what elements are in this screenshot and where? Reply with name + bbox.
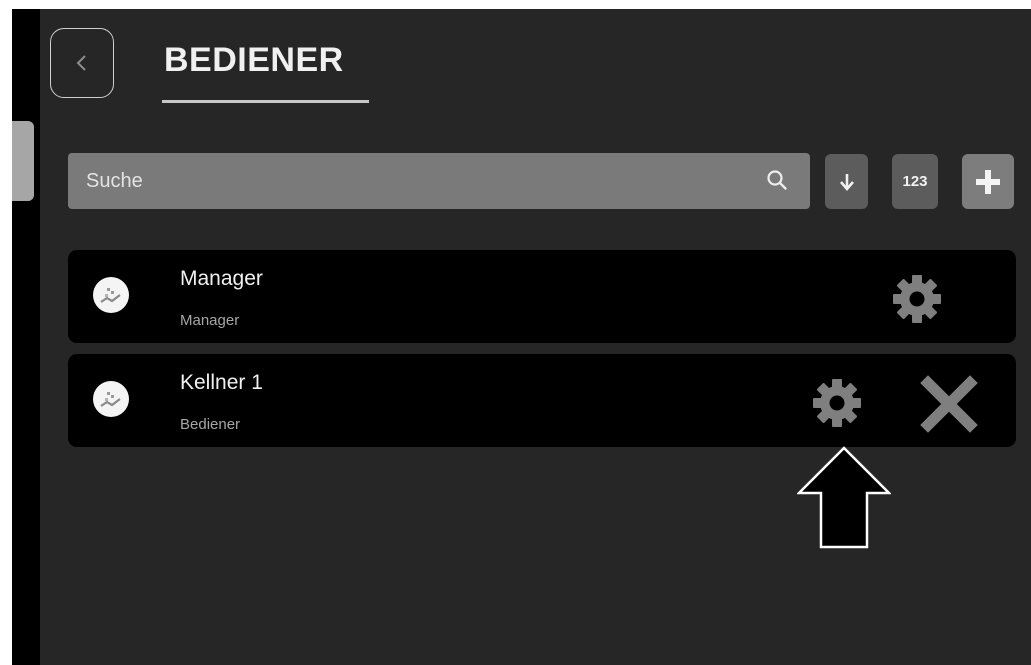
user-avatar-icon	[100, 392, 121, 407]
side-drawer-handle[interactable]	[12, 121, 34, 201]
sort-button[interactable]	[825, 154, 868, 209]
title-underline	[162, 100, 369, 103]
user-name: Kellner 1	[180, 371, 263, 394]
user-avatar-icon	[100, 288, 121, 303]
gear-icon[interactable]	[890, 272, 944, 326]
avatar	[93, 381, 129, 417]
search-icon[interactable]	[766, 169, 788, 191]
arrow-down-icon	[839, 173, 854, 191]
user-row[interactable]: Kellner 1 Bediener	[68, 354, 1016, 447]
user-name: Manager	[180, 267, 263, 290]
page-title: BEDIENER	[164, 41, 344, 79]
close-icon[interactable]	[920, 375, 978, 433]
search-input[interactable]	[86, 153, 746, 209]
plus-icon	[976, 169, 1000, 194]
user-role: Bediener	[180, 416, 241, 433]
search-bar[interactable]	[68, 153, 810, 209]
number-sort-button[interactable]: 123	[892, 154, 938, 209]
gear-icon[interactable]	[810, 376, 864, 430]
chevron-left-icon	[76, 55, 86, 71]
avatar	[93, 277, 129, 313]
left-frame-edge	[12, 9, 40, 665]
user-role: Manager	[180, 312, 240, 329]
number-sort-label: 123	[902, 173, 928, 190]
user-row[interactable]: Manager Manager	[68, 250, 1016, 343]
up-arrow-icon	[797, 446, 891, 549]
add-user-button[interactable]	[962, 154, 1014, 209]
operators-screen: BEDIENER 123 Manager	[40, 9, 1031, 665]
back-button[interactable]	[50, 28, 114, 98]
